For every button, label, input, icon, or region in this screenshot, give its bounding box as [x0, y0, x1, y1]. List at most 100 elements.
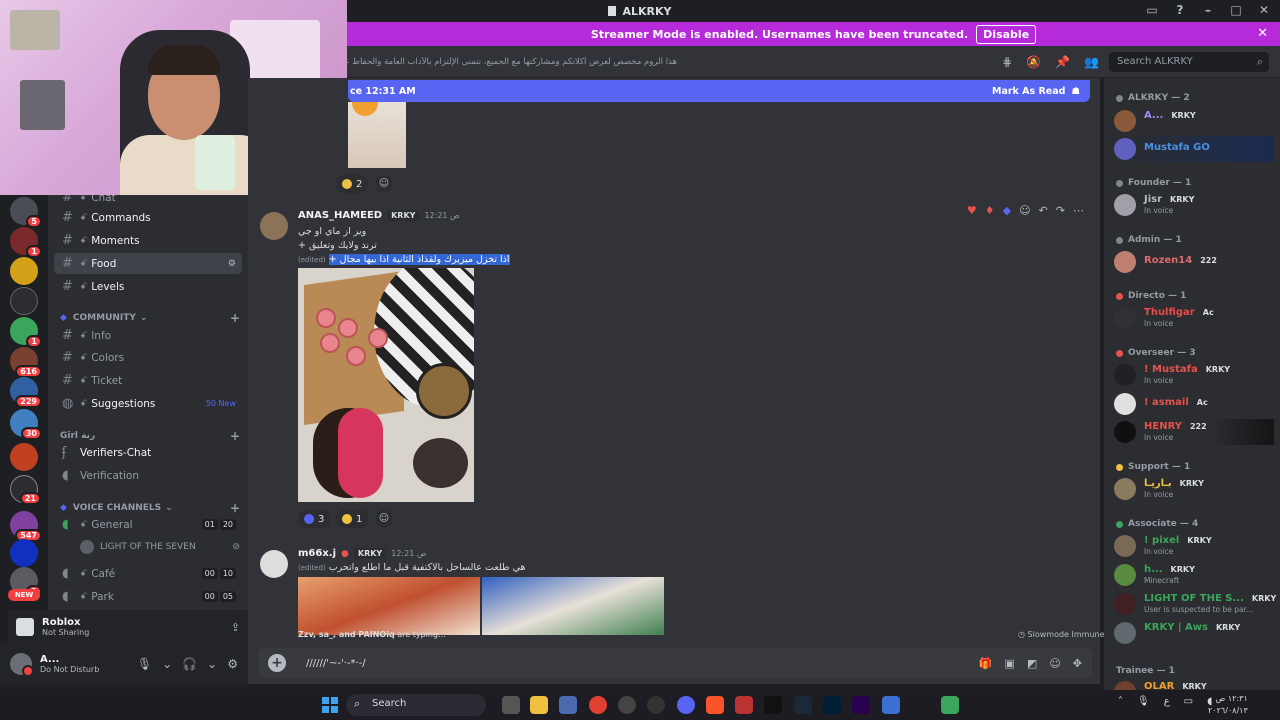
network-icon[interactable]: ▭ [1184, 696, 1193, 707]
member-item[interactable]: Mustafa GO [1114, 136, 1274, 162]
channel-colors[interactable]: # ꗃ Colors [54, 347, 242, 368]
brave-icon[interactable] [706, 696, 724, 714]
member-item[interactable]: OLAR KRKY [1114, 679, 1274, 690]
chevron-up-icon[interactable]: ˄ [1118, 696, 1123, 707]
chrome-icon[interactable] [589, 696, 607, 714]
app-icon[interactable] [735, 696, 753, 714]
server-icon[interactable] [10, 287, 38, 315]
taskbar-clock[interactable]: ١٢:٣١ ص ٢٠٢٦/٠٨/١٣ [1208, 693, 1248, 717]
add-channel-icon[interactable]: + [230, 429, 240, 443]
channel-settings-icon[interactable]: ⚙ [228, 259, 236, 269]
message-input[interactable] [306, 657, 906, 669]
voice-channel-park[interactable]: ◖ ꗃ Park 00 05 [54, 586, 242, 607]
server-icon[interactable]: 5 [10, 197, 42, 228]
task-view-icon[interactable] [502, 696, 520, 714]
close-banner-icon[interactable]: ✕ [1257, 26, 1268, 41]
channel-suggestions[interactable]: ◍ ꗃ Suggestions 50 New [54, 393, 242, 414]
channel-topic[interactable]: هذا الروم مخصص لعرض أكلاتكم ومشاركتها مع… [347, 57, 677, 67]
channel-verification[interactable]: ◖ Verification [54, 465, 242, 486]
language-indicator[interactable]: ع [1164, 696, 1170, 707]
member-item[interactable]: بـاريـا KRKY In voice [1114, 476, 1274, 502]
avatar[interactable] [260, 550, 288, 578]
server-icon[interactable]: 30 [10, 409, 42, 440]
member-item[interactable]: LIGHT OF THE S... KRKY User is suspected t… [1114, 591, 1280, 617]
gear-icon[interactable]: ⚙ [227, 657, 238, 671]
voice-channel-cafe[interactable]: ◖ ꗃ Café 00 10 [54, 563, 242, 584]
gif-icon[interactable]: ▣ [1005, 657, 1015, 670]
capcut-icon[interactable] [764, 696, 782, 714]
reaction[interactable]: 2 [336, 175, 369, 193]
help-icon[interactable]: ? [1174, 3, 1186, 17]
maximize-button[interactable]: □ [1230, 3, 1242, 17]
notifications-muted-icon[interactable]: 🔕 [1026, 55, 1041, 69]
chevron-down-icon[interactable]: ⌄ [162, 657, 172, 671]
taskbar-search[interactable]: ⌕ Search [346, 694, 486, 716]
share-screen-icon[interactable]: ⇪ [231, 621, 240, 634]
reply-icon[interactable]: ↶ [1039, 204, 1048, 217]
voice-channel-general[interactable]: ◖ ꗃ General 01 20 [54, 514, 242, 535]
attach-button[interactable]: + [268, 654, 286, 672]
category-girl[interactable]: Girl رنة + [60, 429, 242, 443]
member-item[interactable]: ! asmail Ac [1114, 391, 1274, 417]
more-options-icon[interactable]: ⋯ [1073, 204, 1084, 217]
previous-message-image[interactable] [348, 102, 406, 168]
food-photo[interactable] [482, 577, 664, 635]
minimize-button[interactable]: – [1202, 3, 1214, 17]
message-author[interactable]: m66x.j [298, 548, 336, 559]
headphones-icon[interactable]: 🎧 [182, 657, 197, 671]
server-icon[interactable]: 1 [10, 227, 42, 258]
mark-as-read-button[interactable]: Mark As Read [992, 86, 1065, 97]
app-icon[interactable] [618, 696, 636, 714]
member-item[interactable]: Thulfigar Ac In voice [1114, 305, 1274, 331]
member-item[interactable]: Jisr KRKY In voice [1114, 192, 1274, 218]
new-messages-bar[interactable]: ce 12:31 AM Mark As Read ☗ [348, 80, 1090, 102]
add-reaction-button[interactable]: ☺ [375, 175, 393, 193]
threads-icon[interactable]: ⋕ [1002, 55, 1012, 69]
photoshop-icon[interactable] [823, 696, 841, 714]
pin-icon[interactable]: 📌 [1055, 55, 1070, 69]
member-item[interactable]: A... KRKY [1114, 108, 1274, 134]
member-item[interactable]: HENRY 222 In voice [1114, 419, 1274, 445]
chevron-down-icon[interactable]: ⌄ [207, 657, 217, 671]
reaction[interactable]: 1 [336, 510, 369, 528]
windows-start-icon[interactable] [322, 697, 338, 713]
member-list-icon[interactable]: 👥 [1084, 55, 1099, 69]
avatar[interactable] [260, 212, 288, 240]
add-reaction-button[interactable]: ☺ [375, 510, 393, 528]
microphone-icon[interactable]: 🎙 [137, 657, 152, 671]
obs-icon[interactable] [647, 696, 665, 714]
microphone-icon[interactable]: 🎙 [1137, 696, 1150, 707]
emoji-picker-icon[interactable]: ☺ [1049, 657, 1060, 670]
file-explorer-icon[interactable] [530, 696, 548, 714]
channel-verifiers-chat[interactable]: ʄ Verifiers-Chat [54, 442, 242, 463]
channel-commands[interactable]: # ꗃ Commands [54, 207, 242, 228]
member-item[interactable]: ! pixel KRKY In voice [1114, 533, 1274, 559]
server-icon[interactable]: 229 [10, 377, 42, 408]
server-icon[interactable]: 616 [10, 347, 42, 378]
voice-user[interactable]: LIGHT OF THE SEVEN ⊘ [80, 538, 240, 556]
server-icon[interactable] [10, 443, 38, 471]
gift-icon[interactable]: 🎁 [979, 657, 993, 670]
discord-icon[interactable] [677, 696, 695, 714]
category-voice-channels[interactable]: ◆ VOICE CHANNELS ⌄ + [60, 501, 242, 515]
member-item[interactable]: Rozen14 222 [1114, 249, 1274, 275]
channel-levels[interactable]: # ꗃ Levels [54, 276, 242, 297]
avatar[interactable] [10, 653, 34, 677]
close-window-button[interactable]: ✕ [1258, 3, 1270, 17]
store-icon[interactable] [559, 696, 577, 714]
server-icon[interactable] [10, 539, 38, 567]
search-input[interactable]: Search ALKRKY ⌕ [1109, 52, 1269, 72]
steam-icon[interactable] [794, 696, 812, 714]
server-icon[interactable]: 1 [10, 317, 42, 348]
reaction[interactable]: 3 [298, 510, 331, 528]
apps-icon[interactable]: ✥ [1073, 657, 1082, 670]
forward-icon[interactable]: ↷ [1056, 204, 1065, 217]
food-photo[interactable] [298, 577, 480, 635]
premiere-icon[interactable] [852, 696, 870, 714]
channel-food[interactable]: # ꗃ Food ⚙ [54, 253, 242, 274]
quick-reaction-icon[interactable]: ♦ [985, 204, 995, 217]
server-icon[interactable]: 547 [10, 511, 42, 542]
member-item[interactable]: ! Mustafa KRKY In voice [1114, 362, 1274, 388]
channel-moments[interactable]: # ꗃ Moments [54, 230, 242, 251]
quick-reaction-icon[interactable]: ◆ [1003, 204, 1011, 217]
